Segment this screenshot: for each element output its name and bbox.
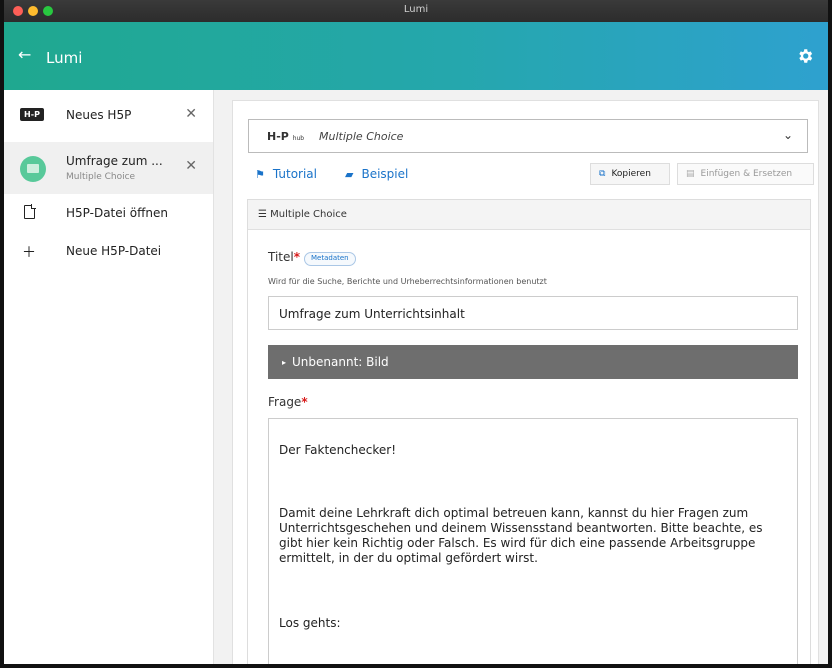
tutorial-link[interactable]: ⚑ Tutorial — [255, 167, 317, 181]
book-icon: ▰ — [345, 168, 354, 181]
copy-icon: ⧉ — [599, 169, 606, 179]
main-area: H-P hub Multiple Choice ⌄ ⚑ Tutorial ▰ Bei… — [214, 90, 828, 664]
tab-subtitle: Multiple Choice — [66, 172, 136, 182]
flag-icon: ⚑ — [255, 168, 265, 181]
tab-title: Neues H5P — [66, 108, 132, 122]
question-label: Frage* — [268, 395, 308, 409]
new-h5p-file-button[interactable]: ＋ Neue H5P-Datei — [4, 232, 213, 270]
example-link[interactable]: ▰ Beispiel — [345, 167, 408, 181]
caret-right-icon: ▸ — [282, 358, 287, 367]
close-icon[interactable]: ✕ — [185, 158, 197, 174]
h5p-hub-logo: H-P hub — [267, 130, 305, 143]
image-field-toggle[interactable]: ▸ Unbenannt: Bild — [268, 345, 798, 379]
copy-button[interactable]: ⧉ Kopieren — [590, 163, 670, 185]
multiple-choice-icon — [20, 156, 46, 182]
sidebar-tab-new-h5p[interactable]: H-P Neues H5P ✕ — [4, 90, 213, 142]
open-h5p-file-label: H5P-Datei öffnen — [66, 206, 168, 220]
app-title: Lumi — [46, 49, 83, 67]
title-bar: Lumi — [4, 0, 828, 22]
clipboard-icon: ▤ — [686, 169, 695, 179]
sidebar-tab-survey[interactable]: Umfrage zum ... Multiple Choice ✕ — [4, 142, 213, 194]
app-header: ← Lumi — [4, 22, 828, 90]
arrow-left-icon[interactable]: ← — [18, 45, 31, 64]
multiple-choice-section: ☰ Multiple Choice Titel* Metadaten Wird … — [247, 199, 811, 664]
h5p-logo-icon: H-P — [20, 108, 44, 121]
h5p-editor: H-P hub Multiple Choice ⌄ ⚑ Tutorial ▰ Bei… — [232, 100, 819, 664]
app-window: Lumi ← Lumi H-P Neues H5P ✕ Umfrage zum … — [0, 0, 832, 668]
chevron-down-icon[interactable]: ⌄ — [783, 128, 793, 142]
question-editor[interactable]: Der Faktenchecker! Damit deine Lehrkraft… — [268, 418, 798, 664]
title-label: Titel* — [268, 250, 300, 264]
sidebar: H-P Neues H5P ✕ Umfrage zum ... Multiple… — [4, 90, 214, 664]
content-type-selector[interactable]: H-P hub Multiple Choice ⌄ — [248, 119, 808, 153]
paste-replace-button[interactable]: ▤ Einfügen & Ersetzen — [677, 163, 814, 185]
list-icon: ☰ — [258, 209, 267, 220]
title-input[interactable]: Umfrage zum Unterrichtsinhalt — [268, 296, 798, 330]
plus-icon: ＋ — [22, 245, 36, 261]
new-h5p-file-label: Neue H5P-Datei — [66, 244, 162, 258]
gear-icon[interactable] — [796, 47, 814, 65]
section-heading[interactable]: ☰ Multiple Choice — [248, 200, 810, 230]
question-paragraph: Damit deine Lehrkraft dich optimal betre… — [279, 506, 763, 565]
tab-title: Umfrage zum ... — [66, 154, 163, 168]
content-type-name: Multiple Choice — [319, 130, 404, 143]
title-description: Wird für die Suche, Berichte und Urheber… — [268, 277, 547, 286]
open-h5p-file-button[interactable]: H5P-Datei öffnen — [4, 194, 213, 232]
close-icon[interactable]: ✕ — [185, 106, 197, 122]
window-title: Lumi — [403, 4, 429, 15]
metadata-button[interactable]: Metadaten — [304, 252, 356, 266]
file-icon — [24, 204, 36, 219]
question-paragraph: Der Faktenchecker! — [279, 443, 396, 457]
question-paragraph: Los gehts: — [279, 616, 341, 630]
